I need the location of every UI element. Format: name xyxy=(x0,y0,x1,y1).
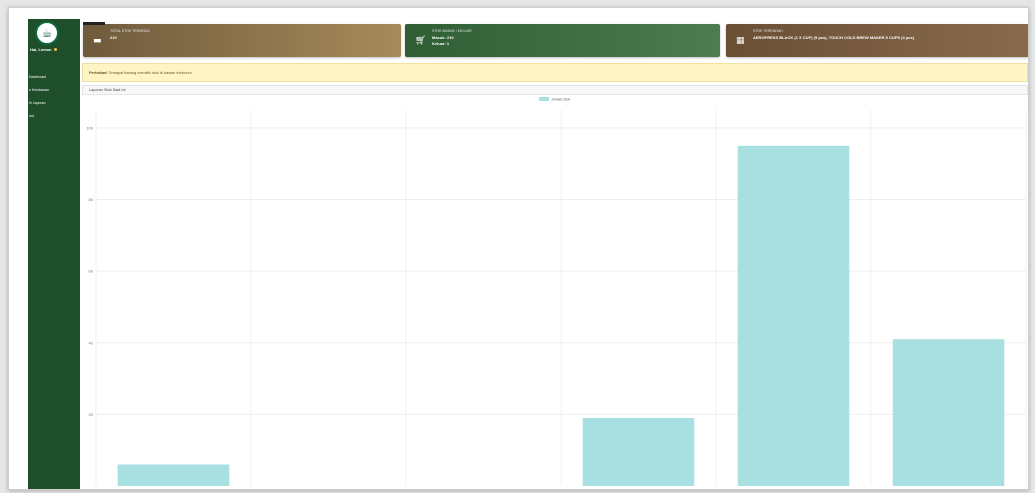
y-tick-label: 80 xyxy=(89,197,94,202)
sidebar: ☕ Hai, Lemon Dashboard n Kendaraan ih La… xyxy=(28,19,80,489)
card-title: STOK TERENDAH xyxy=(753,29,783,33)
alert-text: Terdapat barang memiliki stok di bawah m… xyxy=(107,71,193,75)
y-tick-label: 40 xyxy=(89,340,94,345)
card-title: TOTAL STOK TERSEDIA xyxy=(110,29,150,33)
legend-label: Jumlah Stok xyxy=(551,98,571,102)
user-greeting: Hai, Lemon xyxy=(30,47,57,52)
card-title: STOK MASUK / KELUAR xyxy=(432,29,472,33)
low-stock-alert: Perhatian! Terdapat barang memiliki stok… xyxy=(82,63,1028,82)
app-window: ☕ Hai, Lemon Dashboard n Kendaraan ih La… xyxy=(8,7,1029,490)
card-value: AEROPRESS BLACK (1 X CUP) (5 pcs), TOUCH… xyxy=(753,35,915,40)
user-name: Hai, Lemon xyxy=(30,47,52,52)
stat-card-lowest-stock: ▦ STOK TERENDAH AEROPRESS BLACK (1 X CUP… xyxy=(726,24,1028,57)
panel-title: Laporan Stok Saat Ini xyxy=(82,85,1028,95)
sidebar-item-laporan[interactable]: ih Laporan xyxy=(28,97,80,110)
sidebar-item-dashboard[interactable]: Dashboard xyxy=(28,71,80,84)
stat-card-stock-in-out: 🛒︎ STOK MASUK / KELUAR Masuk: 210 Keluar… xyxy=(405,24,720,57)
chart-bar xyxy=(892,339,1005,486)
legend-swatch xyxy=(539,97,549,101)
sidebar-nav: Dashboard n Kendaraan ih Laporan out xyxy=(28,71,80,123)
chart-bar xyxy=(117,464,230,486)
card-value-secondary: Keluar: 1 xyxy=(432,41,450,46)
alert-label: Perhatian! xyxy=(89,71,108,75)
cart-icon: 🛒︎ xyxy=(415,36,427,46)
chart-bar xyxy=(582,417,695,486)
stock-chart: 100 80 60 40 20 Jumlah Stok xyxy=(82,96,1028,488)
online-status-icon xyxy=(53,48,57,52)
chart-bar xyxy=(737,145,850,487)
archive-icon: ▬ xyxy=(93,36,102,46)
y-tick-label: 20 xyxy=(89,412,94,417)
card-value: Masuk: 210 xyxy=(432,35,454,40)
sidebar-item-logout[interactable]: out xyxy=(28,110,80,123)
boxes-icon: ▦ xyxy=(736,36,745,46)
card-value: 210 xyxy=(110,35,117,40)
brand-logo-icon: ☕ xyxy=(35,21,59,45)
sidebar-item-kendaraan[interactable]: n Kendaraan xyxy=(28,84,80,97)
y-tick-label: 100 xyxy=(86,125,93,130)
stock-bar-chart: 100 80 60 40 20 Jumlah Stok xyxy=(86,97,1027,487)
y-tick-label: 60 xyxy=(89,269,94,274)
stat-card-total-stock: ▬ TOTAL STOK TERSEDIA 210 xyxy=(83,22,401,57)
